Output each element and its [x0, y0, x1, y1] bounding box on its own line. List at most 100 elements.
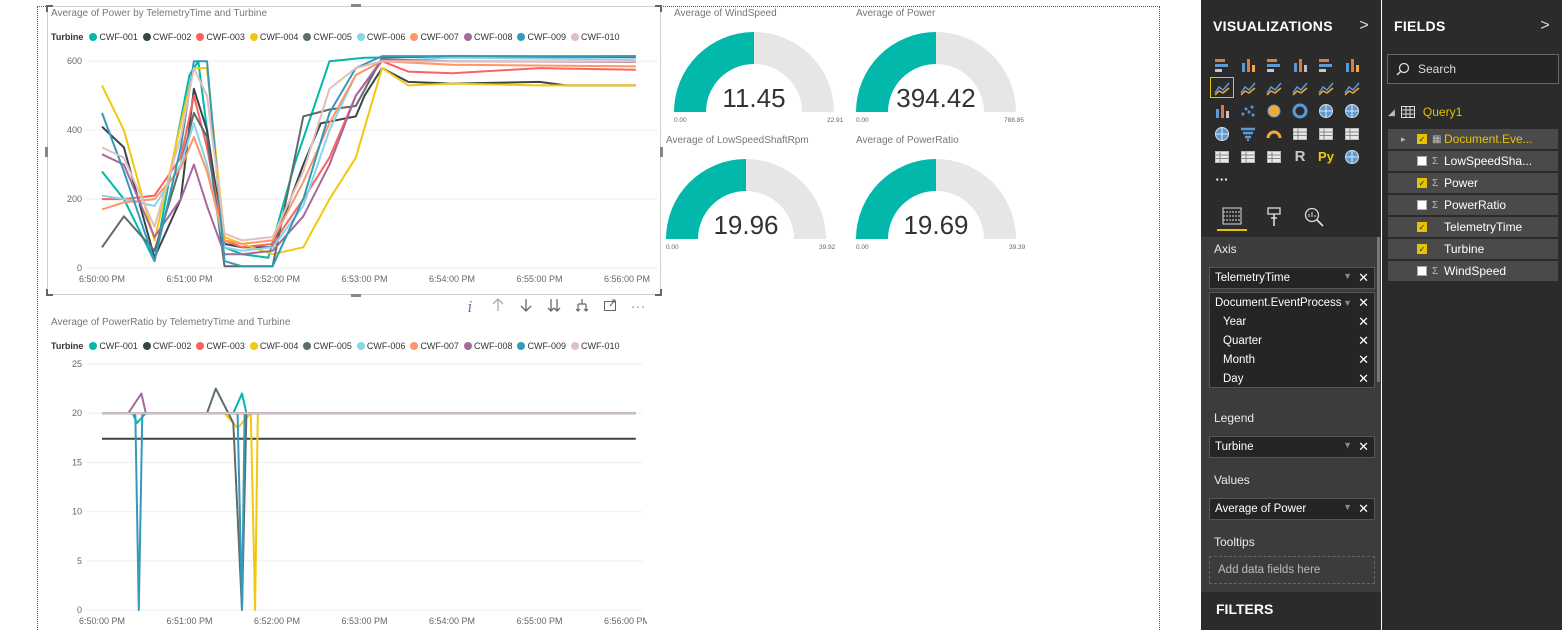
ribbon-chart-icon[interactable] — [1339, 76, 1365, 99]
slicer-icon[interactable] — [1209, 145, 1235, 168]
line-clustered-column-icon[interactable] — [1313, 76, 1339, 99]
date-hierarchy-pill[interactable]: Document.EventProcess ▼ ✕ Year ✕ Quarter… — [1209, 292, 1375, 388]
fields-tab-icon[interactable] — [1217, 203, 1247, 231]
stacked-area-icon[interactable] — [1261, 76, 1287, 99]
field-name: LowSpeedSha... — [1444, 154, 1533, 168]
powerratio-chart-plot[interactable]: 0 5 10 15 20 25 6:50:00 PM 6:51:00 PM 6:52:00 PM… — [47, 315, 647, 630]
gauge-powerratio[interactable]: Average of PowerRatio 19.69 0.00 39.39 — [846, 133, 1026, 258]
format-tab-icon[interactable] — [1259, 203, 1289, 231]
hierarchy-field[interactable]: Document.EventProcess ▼ ✕ — [1210, 293, 1374, 312]
info-icon[interactable]: i — [456, 298, 484, 316]
table-icon[interactable] — [1235, 145, 1261, 168]
chevron-down-icon[interactable]: ▼ — [1343, 271, 1352, 281]
field-turbine[interactable]: ✓ Turbine — [1388, 239, 1558, 259]
gauge-icon[interactable] — [1261, 122, 1287, 145]
focus-mode-icon[interactable] — [596, 298, 624, 316]
card-icon[interactable] — [1287, 122, 1313, 145]
hierarchy-level-month[interactable]: Month ✕ — [1210, 350, 1374, 369]
collapse-pane-icon[interactable]: > — [1359, 17, 1369, 35]
legend-field-pill[interactable]: Turbine ▼ ✕ — [1209, 436, 1375, 458]
clustered-bar-icon[interactable] — [1261, 53, 1287, 76]
scatter-icon[interactable] — [1235, 99, 1261, 122]
gauge-lowspeedshaftrpm[interactable]: Average of LowSpeedShaftRpm 19.96 0.00 3… — [656, 133, 836, 258]
field-checkbox[interactable] — [1417, 200, 1427, 210]
remove-field-icon[interactable]: ✕ — [1358, 439, 1369, 455]
series-line-cwf-005[interactable] — [102, 387, 636, 611]
field-checkbox[interactable]: ✓ — [1417, 134, 1427, 144]
field-lowspeedsha[interactable]: Σ LowSpeedSha... — [1388, 151, 1558, 171]
expand-field-icon[interactable]: ▸ — [1401, 134, 1406, 145]
stacked-column-icon[interactable] — [1235, 53, 1261, 76]
expand-all-icon[interactable] — [540, 298, 568, 316]
field-checkbox[interactable]: ✓ — [1417, 222, 1427, 232]
power-chart-plot[interactable]: 0 200 400 600 6:50:00 PM 6:51:00 PM 6:52:00 PM… — [47, 6, 661, 295]
y-tick-label: 200 — [67, 194, 82, 204]
hierarchy-level-day[interactable]: Day ✕ — [1210, 369, 1374, 388]
clustered-column-icon[interactable] — [1287, 53, 1313, 76]
field-checkbox[interactable] — [1417, 156, 1427, 166]
more-visuals-icon[interactable]: ··· — [1209, 168, 1235, 191]
chevron-down-icon[interactable]: ▼ — [1343, 502, 1352, 512]
tooltips-drop-zone[interactable]: Add data fields here — [1209, 556, 1375, 584]
pie-icon[interactable] — [1261, 99, 1287, 122]
line-chart-icon[interactable] — [1209, 76, 1235, 99]
power-line-chart[interactable]: Average of Power by TelemetryTime and Tu… — [47, 6, 661, 295]
remove-field-icon[interactable]: ✕ — [1358, 501, 1369, 517]
expand-hierarchy-icon[interactable] — [568, 298, 596, 316]
values-field-pill[interactable]: Average of Power ▼ ✕ — [1209, 498, 1375, 520]
field-windspeed[interactable]: Σ WindSpeed — [1388, 261, 1558, 281]
filled-map-icon[interactable] — [1209, 122, 1235, 145]
remove-level-icon[interactable]: ✕ — [1358, 371, 1369, 387]
kpi-icon[interactable] — [1339, 122, 1365, 145]
chevron-down-icon[interactable]: ▼ — [1343, 440, 1352, 450]
collapse-pane-icon[interactable]: > — [1540, 17, 1550, 35]
fields-search-input[interactable]: Search — [1387, 54, 1559, 84]
field-telemetrytime[interactable]: ✓ TelemetryTime — [1388, 217, 1558, 237]
python-visual-icon[interactable]: Py — [1313, 145, 1339, 168]
filters-header[interactable]: FILTERS — [1201, 592, 1381, 630]
fields-pane: FIELDS > Search ◢ Query1 ▸ ✓ ▦ Document.Eve… — [1382, 0, 1562, 630]
100-column-icon[interactable] — [1339, 53, 1365, 76]
area-chart-icon[interactable] — [1235, 76, 1261, 99]
remove-level-icon[interactable]: ✕ — [1358, 352, 1369, 368]
more-options-icon[interactable]: ··· — [624, 298, 652, 316]
axis-field-pill[interactable]: TelemetryTime ▼ ✕ — [1209, 267, 1375, 289]
analytics-tab-icon[interactable] — [1299, 203, 1329, 231]
multi-row-card-icon[interactable] — [1313, 122, 1339, 145]
field-document-eve[interactable]: ▸ ✓ ▦ Document.Eve... — [1388, 129, 1558, 149]
field-powerratio[interactable]: Σ PowerRatio — [1388, 195, 1558, 215]
waterfall-icon[interactable] — [1209, 99, 1235, 122]
map-icon[interactable] — [1339, 99, 1365, 122]
remove-field-icon[interactable]: ✕ — [1358, 270, 1369, 286]
treemap-icon[interactable] — [1313, 99, 1339, 122]
drill-up-icon[interactable] — [484, 298, 512, 316]
field-power[interactable]: ✓ Σ Power — [1388, 173, 1558, 193]
line-column-icon[interactable] — [1287, 76, 1313, 99]
field-checkbox[interactable]: ✓ — [1417, 244, 1427, 254]
field-checkbox[interactable] — [1417, 266, 1427, 276]
funnel-icon[interactable] — [1235, 122, 1261, 145]
hierarchy-level-quarter[interactable]: Quarter ✕ — [1210, 331, 1374, 350]
remove-level-icon[interactable]: ✕ — [1358, 333, 1369, 349]
remove-field-icon[interactable]: ✕ — [1358, 295, 1369, 311]
r-visual-icon[interactable]: R — [1287, 145, 1313, 168]
globe-icon[interactable] — [1339, 145, 1365, 168]
table-query1[interactable]: ◢ Query1 — [1388, 101, 1558, 123]
series-line-cwf-008[interactable] — [102, 392, 636, 415]
series-line-cwf-001[interactable] — [102, 392, 636, 424]
100-bar-icon[interactable] — [1313, 53, 1339, 76]
chevron-down-icon[interactable]: ▼ — [1343, 298, 1352, 308]
report-canvas[interactable]: Average of Power by TelemetryTime and Tu… — [0, 0, 1200, 630]
remove-level-icon[interactable]: ✕ — [1358, 314, 1369, 330]
gauge-windspeed[interactable]: Average of WindSpeed 11.45 0.00 22.91 — [664, 6, 844, 131]
hierarchy-level-year[interactable]: Year ✕ — [1210, 312, 1374, 331]
wells-scrollbar[interactable] — [1377, 237, 1380, 382]
drill-down-icon[interactable] — [512, 298, 540, 316]
field-checkbox[interactable]: ✓ — [1417, 178, 1427, 188]
powerratio-line-chart[interactable]: Average of PowerRatio by TelemetryTime a… — [47, 315, 647, 630]
gauge-power[interactable]: Average of Power 394.42 0.00 788.85 — [846, 6, 1026, 131]
stacked-bar-icon[interactable] — [1209, 53, 1235, 76]
matrix-icon[interactable] — [1261, 145, 1287, 168]
collapse-table-icon[interactable]: ◢ — [1388, 107, 1395, 118]
donut-icon[interactable] — [1287, 99, 1313, 122]
